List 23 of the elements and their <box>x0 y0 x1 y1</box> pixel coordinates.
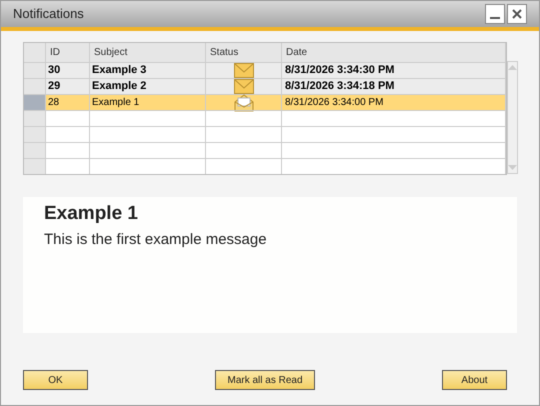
dialog-button[interactable]: About <box>442 370 507 390</box>
table-row[interactable]: 30 Example 3 8/31/2026 3:34:30 PM <box>24 62 506 78</box>
minimize-button[interactable] <box>485 4 505 24</box>
scrollbar[interactable] <box>507 61 518 174</box>
table-cell: Example 1 <box>90 95 206 110</box>
open-envelope-icon <box>234 94 254 112</box>
close-button[interactable] <box>507 4 527 24</box>
table-row[interactable]: 28 Example 1 8/31/2026 3:34:00 PM <box>24 94 506 110</box>
scroll-down-icon[interactable] <box>508 165 517 170</box>
envelope-icon <box>234 79 254 94</box>
envelope-icon <box>234 63 254 78</box>
table-cell: 8/31/2026 3:34:00 PM <box>282 95 506 110</box>
table-cell: 28 <box>46 95 90 110</box>
message-body: This is the first example message <box>44 230 268 250</box>
table-row[interactable]: 29 Example 2 8/31/2026 3:34:18 PM <box>24 78 506 94</box>
message-title: Example 1 <box>44 202 139 226</box>
minimize-icon <box>490 17 500 19</box>
row-header <box>24 79 46 94</box>
window-title: Notifications <box>13 5 84 24</box>
close-icon <box>512 9 522 19</box>
dialog-button[interactable]: Mark all as Read <box>215 370 315 390</box>
scroll-up-icon[interactable] <box>508 65 517 70</box>
dialog-button[interactable]: OK <box>23 370 88 390</box>
